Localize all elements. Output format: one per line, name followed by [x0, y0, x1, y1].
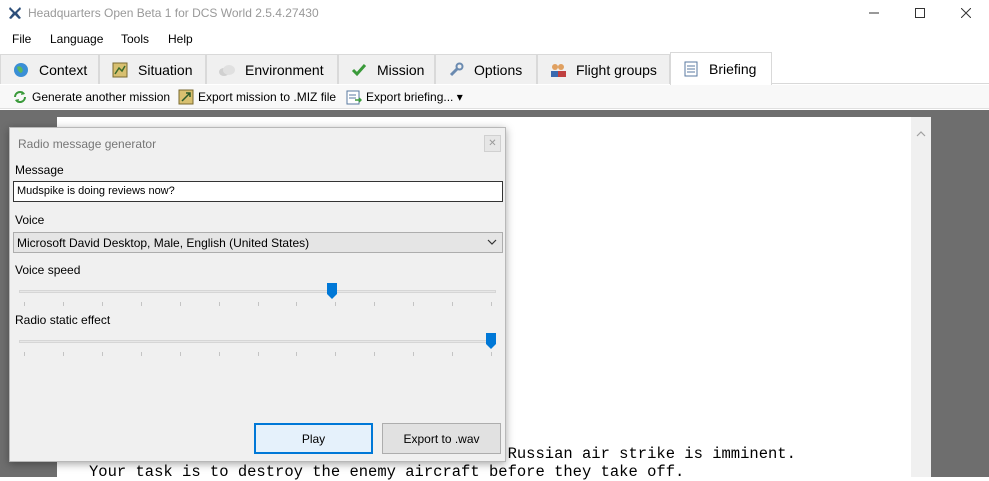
pilots-icon — [548, 61, 568, 79]
slider-tick — [491, 352, 492, 356]
export-document-icon — [346, 90, 362, 105]
slider-tick — [219, 352, 220, 356]
tab-strip: Context Situation Environment Mission Op… — [0, 52, 989, 85]
tab-label: Options — [474, 61, 523, 78]
document-icon — [681, 60, 701, 78]
export-miz-label: Export mission to .MIZ file — [198, 90, 337, 104]
dialog-close-button[interactable]: ✕ — [484, 135, 501, 152]
slider-tick — [180, 352, 181, 356]
slider-tick — [141, 302, 142, 306]
export-briefing-button[interactable]: Export briefing... ▾ — [346, 88, 463, 106]
minimize-button[interactable] — [851, 0, 897, 26]
slider-tick — [258, 352, 259, 356]
tab-label: Situation — [138, 61, 193, 78]
scroll-up-icon — [916, 131, 926, 137]
tab-label: Mission — [377, 61, 425, 78]
slider-tick — [63, 302, 64, 306]
export-miz-button[interactable]: Export mission to .MIZ file — [178, 88, 336, 106]
message-input[interactable]: Mudspike is doing reviews now? — [13, 181, 503, 202]
voice-select[interactable]: Microsoft David Desktop, Male, English (… — [13, 232, 503, 253]
slider-tick — [63, 352, 64, 356]
slider-tick — [296, 352, 297, 356]
window-title: Headquarters Open Beta 1 for DCS World 2… — [28, 6, 319, 20]
tab-briefing[interactable]: Briefing — [670, 52, 772, 85]
menu-file[interactable]: File — [12, 32, 31, 46]
radio-static-label: Radio static effect — [15, 313, 111, 327]
tab-mission[interactable]: Mission — [338, 54, 435, 84]
voice-speed-slider[interactable] — [19, 283, 496, 309]
slider-tick — [413, 302, 414, 306]
slider-thumb[interactable] — [486, 333, 496, 349]
refresh-icon — [14, 91, 26, 103]
message-label: Message — [15, 163, 64, 177]
toolbar: Generate another mission Export mission … — [0, 85, 989, 109]
menu-language[interactable]: Language — [50, 32, 103, 46]
chevron-down-icon — [487, 239, 497, 245]
export-briefing-label: Export briefing... ▾ — [366, 90, 463, 104]
radio-message-dialog: Radio message generator ✕ Message Mudspi… — [9, 127, 506, 462]
slider-tick — [374, 352, 375, 356]
document-scrollbar[interactable] — [911, 117, 931, 477]
slider-tick — [296, 302, 297, 306]
tab-label: Environment — [245, 61, 324, 78]
menu-help[interactable]: Help — [168, 32, 193, 46]
close-icon — [961, 8, 971, 18]
radio-static-slider[interactable] — [19, 333, 496, 359]
export-wav-button[interactable]: Export to .wav — [382, 423, 501, 454]
menu-bar: File Language Tools Help — [0, 29, 989, 51]
title-bar: Headquarters Open Beta 1 for DCS World 2… — [0, 0, 989, 26]
briefing-text-line: Your task is to destroy the enemy aircra… — [89, 463, 685, 481]
slider-thumb[interactable] — [327, 283, 337, 299]
slider-tick — [335, 302, 336, 306]
generate-mission-label: Generate another mission — [32, 90, 171, 104]
slider-tick — [102, 302, 103, 306]
minimize-icon — [869, 12, 879, 14]
wrench-icon — [446, 61, 466, 79]
tab-situation[interactable]: Situation — [99, 54, 206, 84]
cloud-icon — [217, 61, 237, 79]
checkmark-icon — [349, 61, 369, 79]
close-button[interactable] — [943, 0, 989, 26]
slider-tick — [413, 352, 414, 356]
tab-environment[interactable]: Environment — [206, 54, 338, 84]
slider-tick — [452, 352, 453, 356]
slider-tick — [24, 352, 25, 356]
play-button[interactable]: Play — [254, 423, 373, 454]
slider-tick — [491, 302, 492, 306]
tab-flight-groups[interactable]: Flight groups — [537, 54, 670, 84]
map-icon — [110, 61, 130, 79]
voice-select-value: Microsoft David Desktop, Male, English (… — [17, 236, 310, 250]
slider-tick — [24, 302, 25, 306]
slider-tick — [335, 352, 336, 356]
globe-icon — [11, 61, 31, 79]
tab-label: Context — [39, 61, 88, 78]
slider-track — [19, 290, 496, 293]
maximize-button[interactable] — [897, 0, 943, 26]
tab-label: Flight groups — [576, 61, 657, 78]
maximize-icon — [915, 8, 925, 18]
slider-tick — [452, 302, 453, 306]
export-map-icon — [178, 89, 194, 105]
app-icon — [9, 7, 21, 19]
slider-tick — [102, 352, 103, 356]
tab-context[interactable]: Context — [0, 54, 99, 84]
slider-tick — [180, 302, 181, 306]
tab-options[interactable]: Options — [435, 54, 537, 84]
close-icon: ✕ — [488, 138, 497, 149]
voice-speed-label: Voice speed — [15, 263, 81, 277]
voice-label: Voice — [15, 213, 45, 227]
menu-tools[interactable]: Tools — [121, 32, 149, 46]
generate-mission-button[interactable]: Generate another mission — [12, 88, 170, 106]
slider-tick — [141, 352, 142, 356]
slider-track — [19, 340, 496, 343]
tab-label: Briefing — [709, 61, 757, 77]
slider-tick — [219, 302, 220, 306]
slider-tick — [258, 302, 259, 306]
slider-tick — [374, 302, 375, 306]
dialog-title: Radio message generator — [18, 137, 157, 151]
